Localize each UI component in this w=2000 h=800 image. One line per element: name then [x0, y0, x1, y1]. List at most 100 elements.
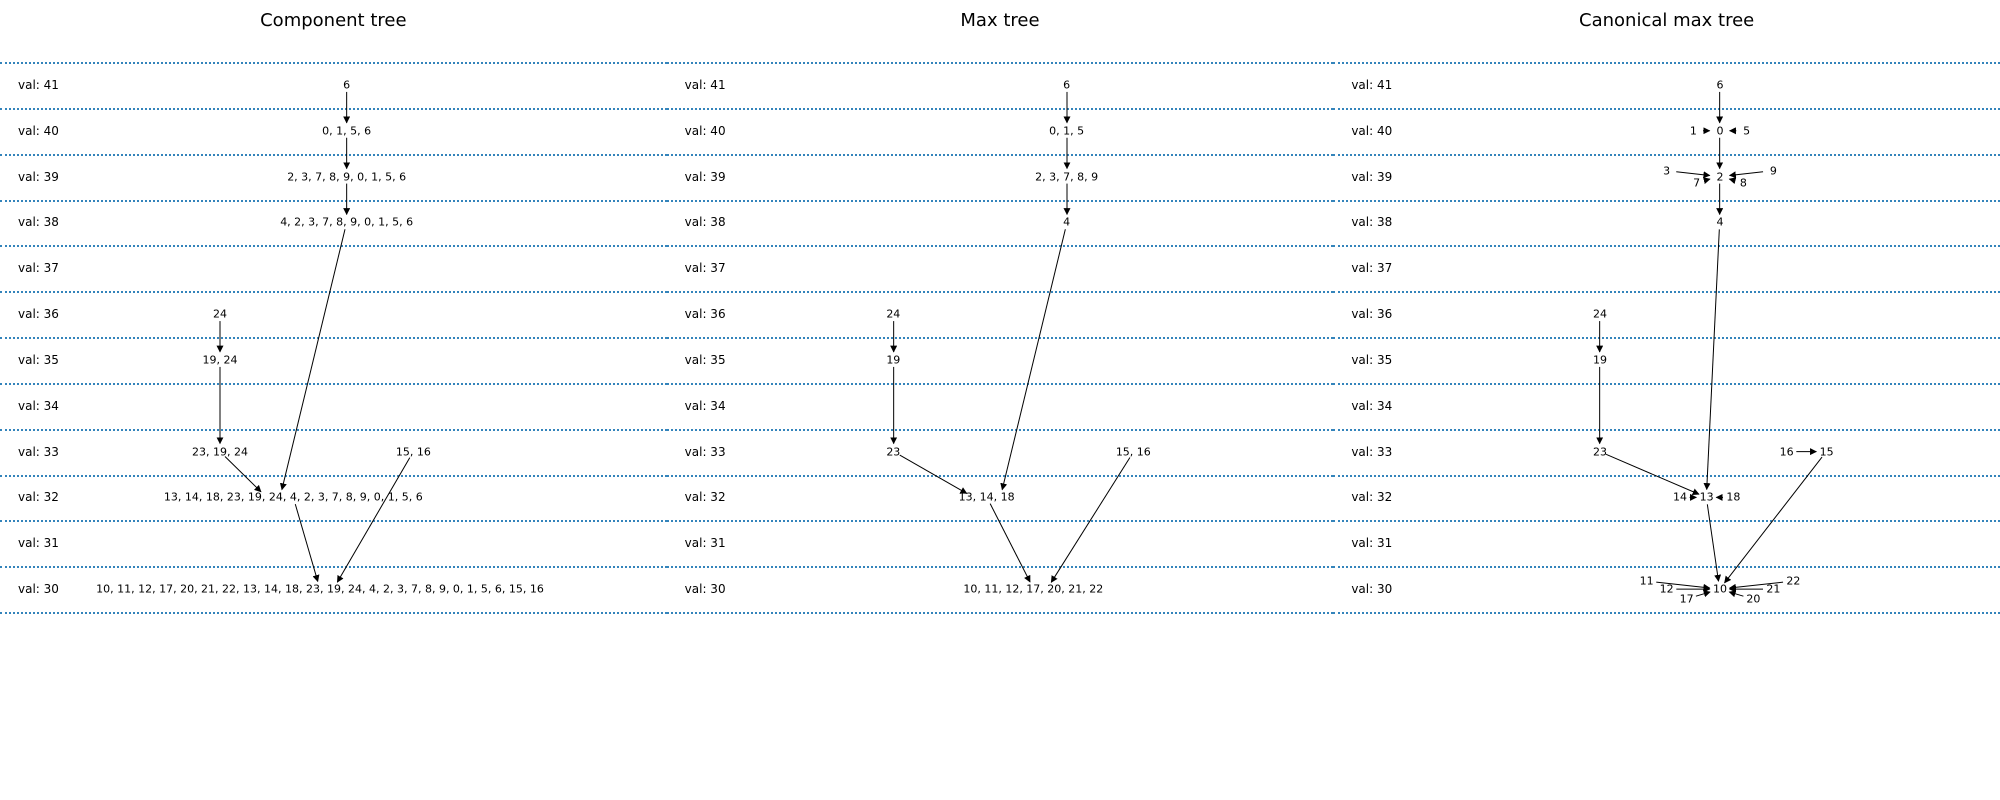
gridline: [667, 108, 1334, 110]
tree-node: 18: [1726, 491, 1740, 504]
level-label: val: 41: [18, 78, 59, 92]
edges-layer: [0, 0, 667, 800]
edge: [1708, 504, 1719, 581]
gridline: [667, 520, 1334, 522]
edge: [282, 229, 345, 489]
tree-node: 2, 3, 7, 8, 9: [1035, 170, 1098, 183]
level-label: val: 41: [1351, 78, 1392, 92]
gridline: [667, 200, 1334, 202]
gridline: [1333, 429, 2000, 431]
edge: [1707, 229, 1720, 489]
level-label: val: 38: [18, 215, 59, 229]
level-label: val: 39: [685, 170, 726, 184]
level-label: val: 35: [1351, 353, 1392, 367]
level-label: val: 30: [1351, 582, 1392, 596]
level-label: val: 37: [18, 261, 59, 275]
gridline: [667, 429, 1334, 431]
tree-node: 20: [1746, 593, 1760, 606]
tree-node: 13: [1700, 491, 1714, 504]
gridline: [0, 108, 667, 110]
level-label: val: 40: [1351, 124, 1392, 138]
level-label: val: 32: [1351, 490, 1392, 504]
gridline: [1333, 62, 2000, 64]
level-label: val: 33: [18, 445, 59, 459]
tree-node: 13, 14, 18, 23, 19, 24, 4, 2, 3, 7, 8, 9…: [164, 491, 423, 504]
edges-layer: [667, 0, 1334, 800]
tree-node: 10: [1713, 583, 1727, 596]
panel-2: Canonical max treeval: 41val: 40val: 39v…: [1333, 0, 2000, 800]
gridline: [0, 62, 667, 64]
tree-node: 16: [1780, 445, 1794, 458]
level-label: val: 30: [685, 582, 726, 596]
level-label: val: 35: [18, 353, 59, 367]
tree-node: 12: [1660, 583, 1674, 596]
gridline: [0, 291, 667, 293]
gridline: [667, 245, 1334, 247]
tree-node: 19, 24: [203, 353, 238, 366]
level-label: val: 36: [685, 307, 726, 321]
gridline: [667, 383, 1334, 385]
tree-node: 8: [1740, 176, 1747, 189]
level-label: val: 39: [1351, 170, 1392, 184]
level-label: val: 38: [685, 215, 726, 229]
tree-node: 0, 1, 5, 6: [322, 124, 371, 137]
tree-node: 1: [1690, 124, 1697, 137]
level-label: val: 39: [18, 170, 59, 184]
tree-node: 13, 14, 18: [959, 491, 1015, 504]
gridline: [1333, 154, 2000, 156]
panel-title: Component tree: [0, 10, 667, 31]
gridline: [667, 62, 1334, 64]
gridline: [1333, 245, 2000, 247]
gridline: [1333, 520, 2000, 522]
level-label: val: 34: [685, 399, 726, 413]
gridline: [0, 612, 667, 614]
level-label: val: 40: [18, 124, 59, 138]
gridline: [1333, 337, 2000, 339]
level-label: val: 32: [685, 490, 726, 504]
gridline: [1333, 108, 2000, 110]
gridline: [1333, 200, 2000, 202]
tree-node: 2, 3, 7, 8, 9, 0, 1, 5, 6: [287, 170, 406, 183]
level-label: val: 36: [18, 307, 59, 321]
tree-node: 19: [1593, 353, 1607, 366]
tree-node: 24: [886, 308, 900, 321]
level-label: val: 35: [685, 353, 726, 367]
level-label: val: 37: [1351, 261, 1392, 275]
tree-node: 4: [1716, 216, 1723, 229]
level-label: val: 33: [685, 445, 726, 459]
gridline: [667, 291, 1334, 293]
tree-node: 23: [886, 445, 900, 458]
gridline: [0, 566, 667, 568]
level-label: val: 36: [1351, 307, 1392, 321]
gridline: [0, 383, 667, 385]
edge: [295, 504, 317, 581]
tree-node: 15, 16: [396, 445, 431, 458]
tree-node: 10, 11, 12, 17, 20, 21, 22, 13, 14, 18, …: [96, 583, 544, 596]
gridline: [1333, 566, 2000, 568]
tree-node: 7: [1693, 176, 1700, 189]
tree-node: 9: [1770, 164, 1777, 177]
gridline: [667, 612, 1334, 614]
gridline: [0, 429, 667, 431]
edge: [1696, 592, 1710, 596]
gridline: [1333, 475, 2000, 477]
panel-1: Max treeval: 41val: 40val: 39val: 38val:…: [667, 0, 1334, 800]
tree-node: 0, 1, 5: [1049, 124, 1084, 137]
gridline: [0, 154, 667, 156]
level-label: val: 31: [18, 536, 59, 550]
tree-node: 17: [1680, 593, 1694, 606]
level-label: val: 41: [685, 78, 726, 92]
tree-node: 23: [1593, 445, 1607, 458]
panel-0: Component tree val: 41 val: 40 val: 39 val: …: [0, 0, 667, 800]
level-label: val: 30: [18, 582, 59, 596]
gridline: [0, 475, 667, 477]
gridline: [0, 200, 667, 202]
tree-node: 14: [1673, 491, 1687, 504]
gridline: [1333, 291, 2000, 293]
edge: [1730, 592, 1744, 596]
level-label: val: 31: [1351, 536, 1392, 550]
gridline: [667, 566, 1334, 568]
gridline: [667, 475, 1334, 477]
tree-node: 3: [1663, 164, 1670, 177]
gridline: [1333, 383, 2000, 385]
